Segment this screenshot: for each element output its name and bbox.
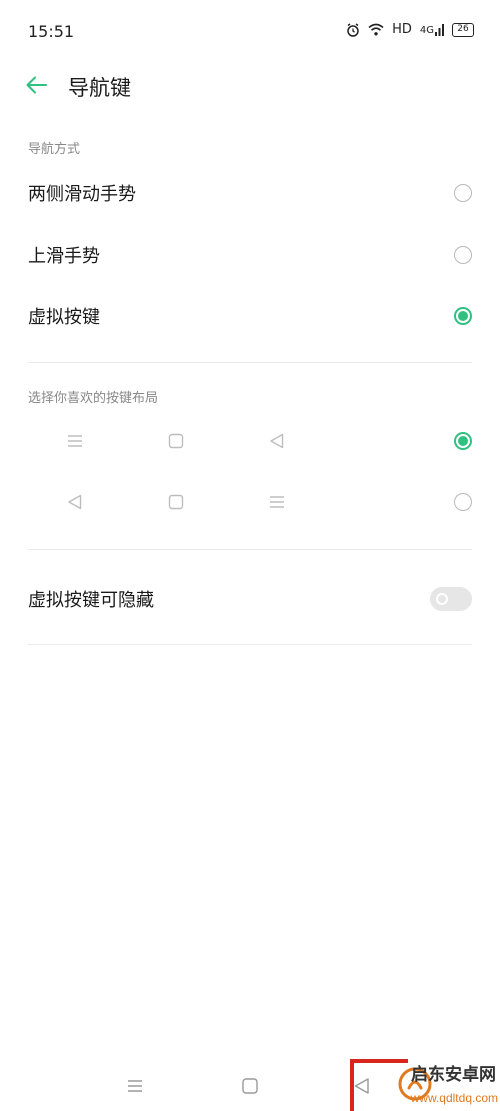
nav-option-virtual-keys[interactable]: 虚拟按键: [0, 285, 500, 347]
home-square-icon[interactable]: [240, 1076, 260, 1096]
status-time: 15:51: [28, 22, 75, 41]
hide-virtual-keys-toggle[interactable]: [430, 587, 472, 611]
watermark-text: 启东安卓网: [411, 1065, 496, 1085]
menu-icon[interactable]: [125, 1076, 145, 1096]
back-triangle-icon: [68, 494, 82, 510]
signal-icon: 4G: [419, 23, 444, 36]
nav-option-label: 虚拟按键: [28, 307, 100, 328]
alarm-icon: [347, 22, 359, 37]
page-title: 导航键: [68, 76, 131, 100]
network-type: 4G: [419, 24, 434, 36]
section-label-button-layout: 选择你喜欢的按键布局: [28, 391, 159, 406]
back-triangle-icon: [270, 433, 284, 449]
hd-indicator: HD: [392, 22, 412, 37]
radio-button[interactable]: [454, 493, 472, 511]
battery-level: 26: [457, 24, 469, 34]
divider: [28, 549, 472, 550]
menu-icon: [68, 435, 82, 447]
divider: [28, 644, 472, 645]
back-arrow-icon[interactable]: [24, 72, 50, 98]
status-icons: HD 4G 26: [346, 22, 474, 37]
layout-option-menu-home-back[interactable]: [0, 411, 500, 471]
nav-option-label: 上滑手势: [28, 246, 100, 267]
radio-button[interactable]: [454, 246, 472, 264]
hide-virtual-keys-label: 虚拟按键可隐藏: [28, 590, 154, 611]
divider: [28, 362, 472, 363]
nav-option-label: 两侧滑动手势: [28, 184, 136, 205]
wifi-icon: [368, 23, 384, 36]
radio-button-selected[interactable]: [454, 307, 472, 325]
hide-virtual-keys-row[interactable]: 虚拟按键可隐藏: [0, 568, 500, 630]
radio-button[interactable]: [454, 184, 472, 202]
watermark-url: www.qdltdq.com: [410, 1091, 498, 1105]
home-square-icon: [168, 494, 184, 510]
layout-option-back-home-menu[interactable]: [0, 472, 500, 532]
home-square-icon: [168, 433, 184, 449]
radio-button-selected[interactable]: [454, 432, 472, 450]
nav-option-gesture-both-sides[interactable]: 两侧滑动手势: [0, 162, 500, 224]
nav-option-swipe-up[interactable]: 上滑手势: [0, 224, 500, 286]
section-label-nav-mode: 导航方式: [28, 142, 81, 157]
battery-icon: 26: [452, 22, 474, 37]
toggle-knob: [436, 593, 448, 605]
menu-icon: [270, 496, 284, 508]
